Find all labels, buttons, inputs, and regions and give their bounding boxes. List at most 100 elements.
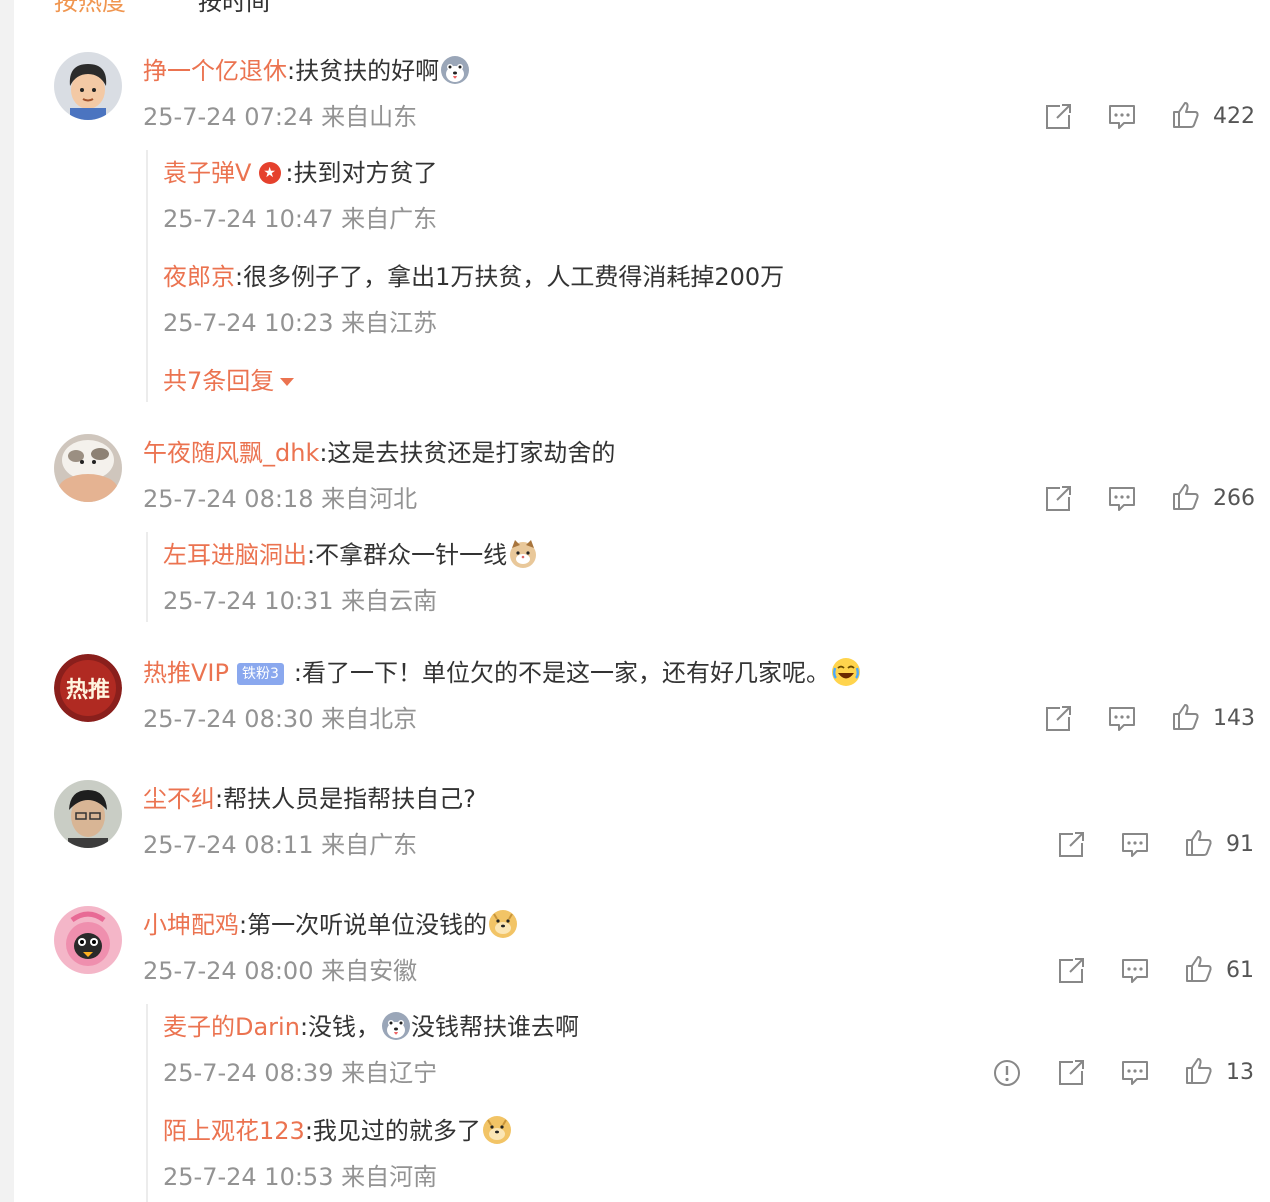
comment-button[interactable]	[1107, 483, 1137, 515]
like-button[interactable]	[1171, 99, 1201, 131]
comment-text: :帮扶人员是指帮扶自己?	[215, 785, 476, 813]
doge-emoji-icon	[481, 1115, 512, 1145]
reply-text: :扶到对方贫了	[285, 159, 438, 187]
comment-icon	[1109, 105, 1135, 129]
share-icon	[1059, 832, 1084, 857]
reply-line: 陌上观花123:我见过的就多了	[163, 1115, 512, 1147]
reply-thread-bar	[146, 532, 148, 622]
left-rail	[0, 0, 14, 1202]
username-link[interactable]: 陌上观花123	[163, 1117, 305, 1145]
comment-icon	[1122, 959, 1148, 983]
comment-text: :扶贫扶的好啊	[287, 57, 440, 85]
like-button[interactable]	[1184, 953, 1214, 985]
share-icon	[1046, 104, 1071, 129]
comment-line: 挣一个亿退休:扶贫扶的好啊	[143, 55, 470, 87]
more-replies-label: 共7条回复	[163, 367, 275, 395]
comment-meta: 25-7-24 08:11 来自广东	[143, 831, 418, 859]
caret-down-icon	[280, 378, 295, 386]
husky-emoji-icon	[382, 1012, 411, 1040]
avatar[interactable]	[54, 52, 122, 120]
sort-by-hot-tab[interactable]: 按热度	[54, 0, 126, 17]
avatar-text: 热推	[66, 677, 110, 703]
username-link[interactable]: 午夜随风飘_dhk	[143, 439, 319, 467]
report-button[interactable]	[992, 1057, 1022, 1089]
comment-meta: 25-7-24 08:00 来自安徽	[143, 957, 418, 985]
comment-button[interactable]	[1107, 101, 1137, 133]
comment-icon	[1109, 707, 1135, 731]
like-icon	[1186, 956, 1212, 982]
reply-meta: 25-7-24 10:23 来自江苏	[163, 309, 438, 337]
cat-emoji-icon	[510, 540, 537, 568]
doge-emoji-icon	[488, 909, 519, 939]
username-link[interactable]: 热推VIP	[143, 659, 229, 687]
reply-text: :很多例子了，拿出1万扶贫，人工费得消耗掉200万	[235, 263, 785, 291]
like-button[interactable]	[1184, 1055, 1214, 1087]
share-icon	[1046, 706, 1071, 731]
laugh-cry-emoji-icon	[830, 657, 861, 687]
husky-emoji-icon	[441, 56, 470, 84]
like-icon	[1186, 1058, 1212, 1084]
like-count: 143	[1213, 706, 1255, 731]
report-icon	[993, 1059, 1021, 1087]
avatar[interactable]	[54, 780, 122, 848]
verified-badge-icon	[259, 162, 282, 184]
like-button[interactable]	[1184, 827, 1214, 859]
share-icon	[1059, 958, 1084, 983]
share-button[interactable]	[1043, 703, 1073, 735]
share-button[interactable]	[1056, 829, 1086, 861]
share-icon	[1046, 486, 1071, 511]
comment-button[interactable]	[1107, 703, 1137, 735]
avatar[interactable]: 热推	[54, 654, 122, 722]
comment-text: :看了一下！单位欠的不是这一家，还有好几家呢。	[293, 659, 830, 687]
fan-badge: 铁粉3	[236, 663, 284, 685]
username-link[interactable]: 小坤配鸡	[143, 911, 239, 939]
comment-meta: 25-7-24 08:30 来自北京	[143, 705, 418, 733]
username-link[interactable]: 夜郎京	[163, 263, 235, 291]
like-count: 91	[1226, 832, 1254, 857]
username-link[interactable]: 尘不纠	[143, 785, 215, 813]
reply-line: 麦子的Darin:没钱， 没钱帮扶谁去啊	[163, 1011, 579, 1043]
comment-icon	[1122, 833, 1148, 857]
username-link[interactable]: 袁子弹V	[163, 159, 251, 187]
comment-icon	[1122, 1061, 1148, 1085]
comment-line: 尘不纠:帮扶人员是指帮扶自己?	[143, 783, 476, 815]
reply-meta: 25-7-24 10:53 来自河南	[163, 1163, 438, 1191]
reply-thread-bar	[146, 150, 148, 402]
like-button[interactable]	[1171, 481, 1201, 513]
share-button[interactable]	[1043, 483, 1073, 515]
more-replies-link[interactable]: 共7条回复	[163, 365, 295, 397]
sort-by-time-tab[interactable]: 按时间	[198, 0, 270, 17]
comment-icon	[1109, 487, 1135, 511]
share-button[interactable]	[1043, 101, 1073, 133]
username-link[interactable]: 左耳进脑洞出	[163, 541, 307, 569]
username-link[interactable]: 麦子的Darin	[163, 1013, 300, 1041]
comment-line: 小坤配鸡:第一次听说单位没钱的	[143, 909, 519, 941]
reply-meta: 25-7-24 08:39 来自辽宁	[163, 1059, 438, 1087]
like-button[interactable]	[1171, 701, 1201, 733]
like-icon	[1173, 704, 1199, 730]
share-button[interactable]	[1056, 1057, 1086, 1089]
comment-meta: 25-7-24 08:18 来自河北	[143, 485, 418, 513]
like-count: 422	[1213, 104, 1255, 129]
like-count: 13	[1226, 1060, 1254, 1085]
reply-line: 左耳进脑洞出:不拿群众一针一线	[163, 539, 538, 571]
reply-line: 袁子弹V :扶到对方贫了	[163, 157, 438, 189]
avatar[interactable]	[54, 906, 122, 974]
comment-line: 热推VIP 铁粉3 :看了一下！单位欠的不是这一家，还有好几家呢。	[143, 657, 861, 689]
comment-button[interactable]	[1120, 829, 1150, 861]
username-link[interactable]: 挣一个亿退休	[143, 57, 287, 85]
reply-thread-bar	[146, 1004, 148, 1202]
comment-text: :第一次听说单位没钱的	[239, 911, 488, 939]
like-icon	[1173, 102, 1199, 128]
reply-text: :不拿群众一针一线	[307, 541, 508, 569]
reply-meta: 25-7-24 10:47 来自广东	[163, 205, 438, 233]
reply-line: 夜郎京:很多例子了，拿出1万扶贫，人工费得消耗掉200万	[163, 261, 784, 293]
like-icon	[1173, 484, 1199, 510]
reply-meta: 25-7-24 10:31 来自云南	[163, 587, 438, 615]
comment-meta: 25-7-24 07:24 来自山东	[143, 103, 418, 131]
comment-button[interactable]	[1120, 955, 1150, 987]
avatar[interactable]	[54, 434, 122, 502]
share-button[interactable]	[1056, 955, 1086, 987]
comment-button[interactable]	[1120, 1057, 1150, 1089]
like-count: 61	[1226, 958, 1254, 983]
